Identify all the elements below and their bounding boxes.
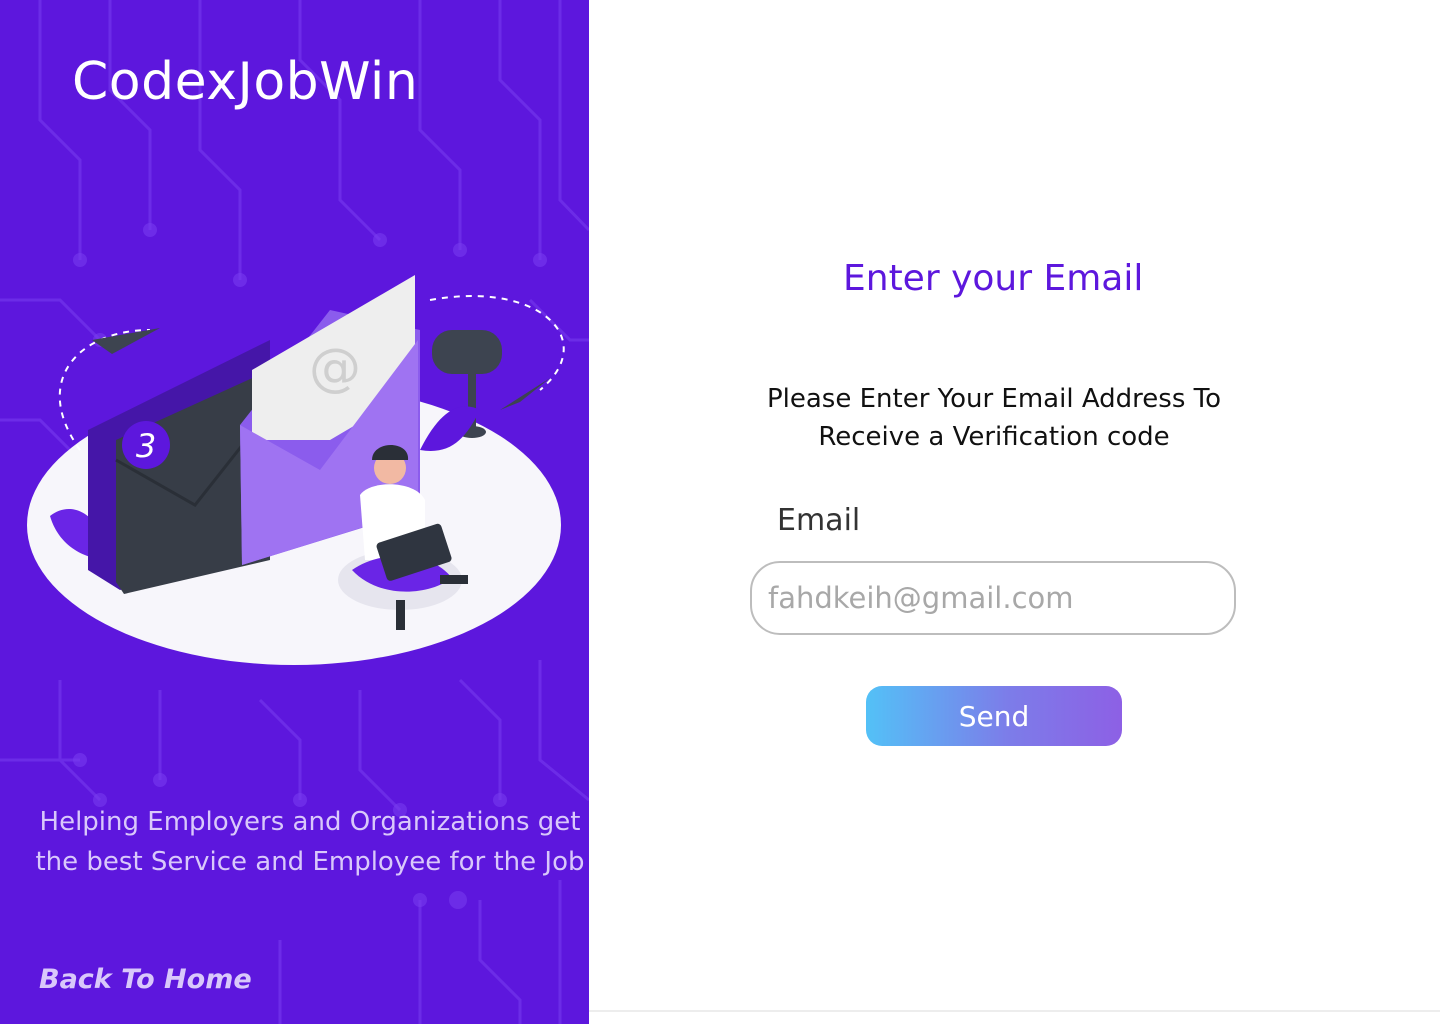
tagline: Helping Employers and Organizations get … <box>35 807 585 877</box>
bottom-divider <box>589 1010 1440 1012</box>
brand-logo-text: CodexJobWin <box>72 52 419 112</box>
page-title: Enter your Email <box>843 258 1144 299</box>
email-input[interactable] <box>750 561 1236 635</box>
notification-badge-number: 3 <box>136 427 156 465</box>
at-symbol: @ <box>309 338 361 398</box>
email-label: Email <box>777 503 861 538</box>
instructions-text: Please Enter Your Email Address To Recei… <box>766 384 1222 452</box>
branding-panel: CodexJobWin 3 @ Helping Employers and Or… <box>0 0 589 1024</box>
email-illustration: 3 @ <box>27 275 565 665</box>
form-panel: Enter your Email Please Enter Your Email… <box>589 0 1440 1024</box>
forgot-password-page: CodexJobWin 3 @ Helping Employers and Or… <box>0 0 1440 1024</box>
back-to-home-link[interactable]: Back To Home <box>39 964 252 995</box>
send-button[interactable]: Send <box>866 686 1122 746</box>
